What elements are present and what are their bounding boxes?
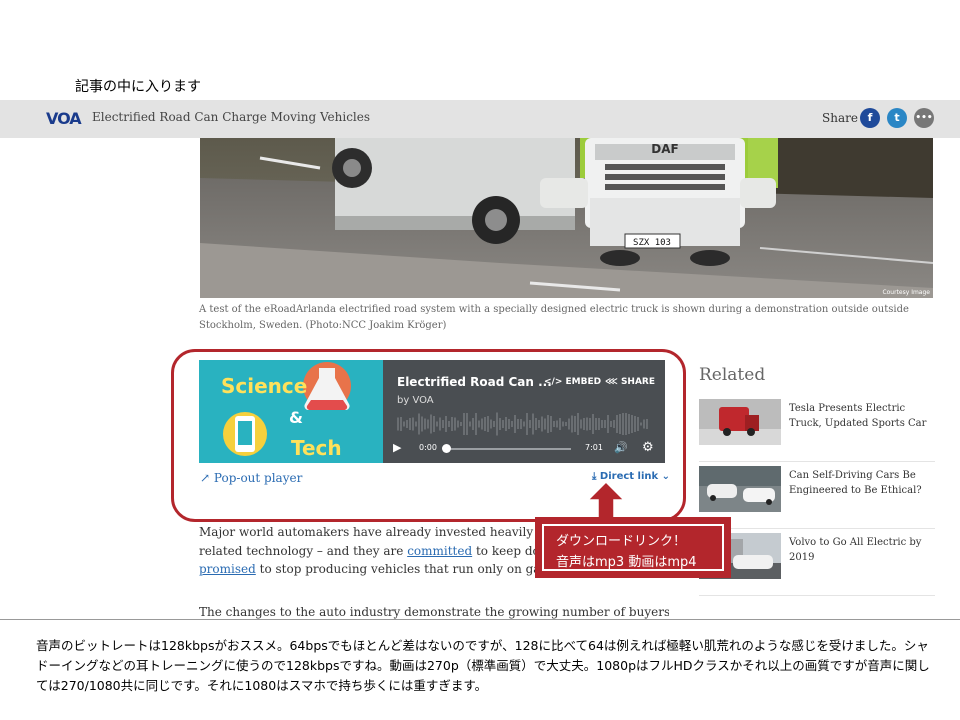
p2-text-after: to keep doing so: [475, 544, 539, 558]
truck-brand: DAF: [651, 142, 678, 156]
promised-link[interactable]: promised: [199, 562, 256, 576]
voa-header-bar: VOA Electrified Road Can Charge Moving V…: [0, 100, 960, 138]
related-item[interactable]: Volvo to Go All Electric by 2019: [699, 533, 935, 596]
license-plate: SZX 103: [633, 238, 671, 248]
related-item[interactable]: Can Self-Driving Cars Be Engineered to B…: [699, 466, 935, 529]
more-icon[interactable]: •••: [914, 108, 934, 128]
hero-photo: DAF SZX 103 Courtesy Image: [200, 138, 933, 298]
photo-caption: A test of the eRoadArlanda electrified r…: [199, 304, 909, 331]
article-paragraph-1-line-3: promised to stop producing vehicles that…: [199, 559, 539, 579]
courtesy-label: Courtesy Image: [882, 289, 930, 296]
bottom-note: 音声のビットレートは128kbpsがおススメ。64bpsでもほとんど差はないので…: [36, 638, 930, 693]
facebook-icon[interactable]: f: [860, 108, 880, 128]
p2-text: related technology – and they are: [199, 544, 404, 558]
related-item-title[interactable]: Volvo to Go All Electric by 2019: [789, 535, 937, 565]
article-paragraph-1-line-2: related technology – and they are commit…: [199, 541, 539, 561]
related-thumb[interactable]: [699, 399, 781, 445]
article-paragraph-1: Major world automakers have already inve…: [199, 522, 539, 542]
related-section: Related Tesla Presents Electric Truck, U…: [699, 365, 935, 600]
related-heading: Related: [699, 365, 766, 385]
p1-text: Major world automakers have already inve…: [199, 525, 539, 539]
slide-heading: 記事の中に入ります: [75, 79, 201, 95]
related-item[interactable]: Tesla Presents Electric Truck, Updated S…: [699, 399, 935, 462]
p3-text-after: to stop producing vehicles that run only…: [259, 562, 539, 576]
callout-arrow-icon: [586, 480, 626, 519]
committed-link[interactable]: committed: [407, 544, 472, 558]
article-header-title: Electrified Road Can Charge Moving Vehic…: [92, 110, 371, 124]
related-item-title[interactable]: Can Self-Driving Cars Be Engineered to B…: [789, 468, 937, 498]
download-callout: ダウンロードリンク！ 音声はmp3 動画はmp4: [535, 517, 731, 578]
related-thumb[interactable]: [699, 466, 781, 512]
twitter-icon[interactable]: t: [887, 108, 907, 128]
share-label: Share: [822, 111, 858, 125]
voa-logo[interactable]: VOA: [46, 109, 82, 128]
slide-divider: [0, 619, 960, 620]
callout-line-2: 音声はmp3 動画はmp4: [556, 555, 697, 570]
related-item-title[interactable]: Tesla Presents Electric Truck, Updated S…: [789, 401, 937, 431]
callout-inner-frame: ダウンロードリンク！ 音声はmp3 動画はmp4: [542, 524, 724, 571]
callout-line-1: ダウンロードリンク！: [556, 534, 687, 549]
